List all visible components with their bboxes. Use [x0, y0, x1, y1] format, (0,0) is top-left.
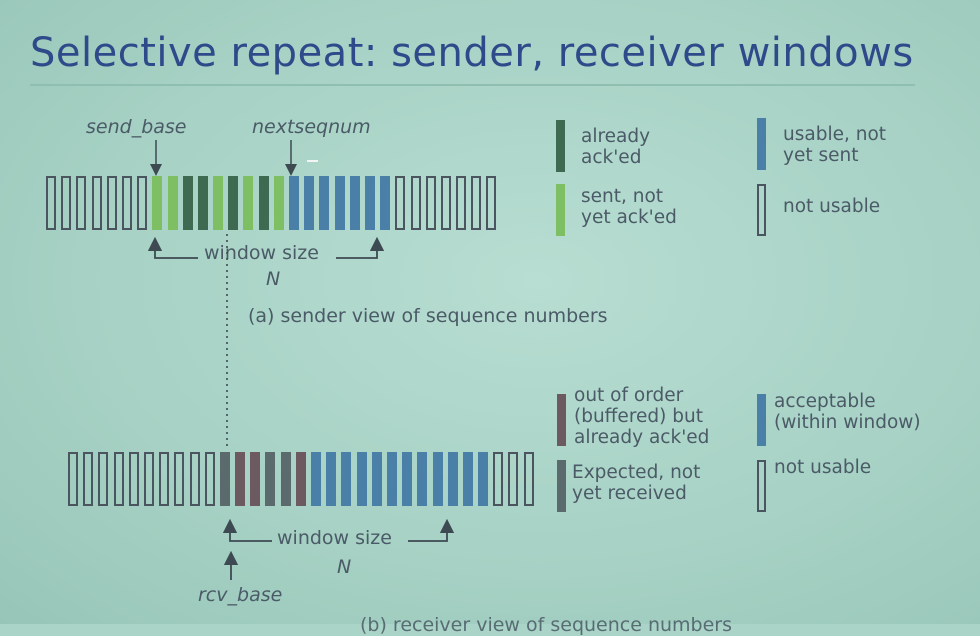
sender-window-left-bracket — [147, 236, 198, 259]
receiver-window-left-bracket — [222, 518, 272, 542]
annotation-arrows — [147, 140, 455, 580]
sender-window-right-bracket — [336, 236, 385, 259]
slide: Selective repeat: sender, receiver windo… — [0, 0, 980, 636]
receiver-window-right-bracket — [408, 518, 455, 542]
